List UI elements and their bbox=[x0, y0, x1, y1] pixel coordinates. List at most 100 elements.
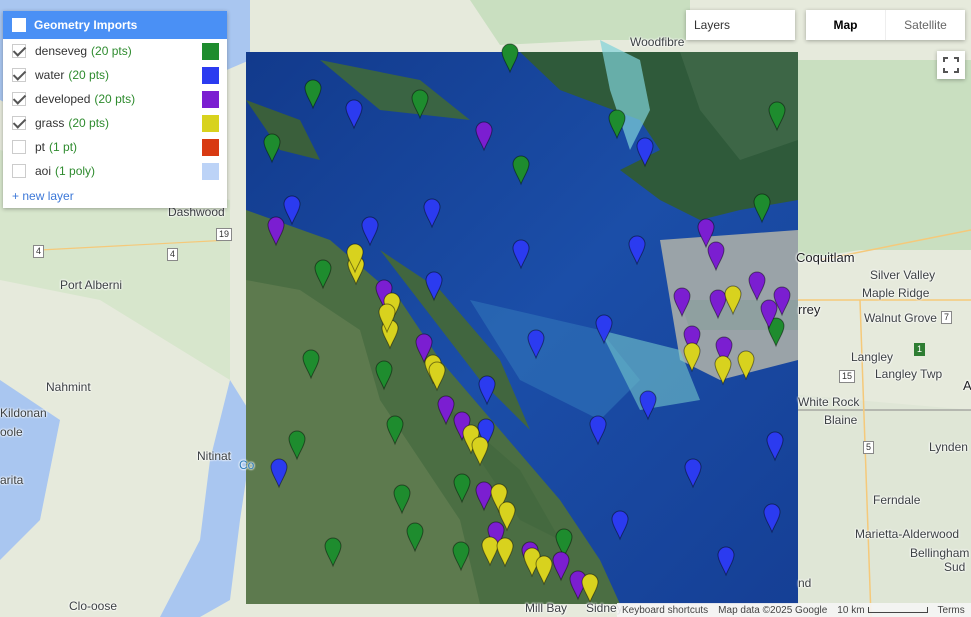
water-marker[interactable] bbox=[717, 546, 735, 577]
developed-marker[interactable] bbox=[267, 216, 285, 247]
grass-marker[interactable] bbox=[471, 436, 489, 467]
layer-checkbox[interactable] bbox=[12, 44, 26, 58]
layer-count: (20 pts) bbox=[68, 68, 110, 82]
layer-color-swatch[interactable] bbox=[202, 42, 219, 60]
layer-row-aoi[interactable]: aoi (1 poly) bbox=[3, 159, 227, 183]
layer-checkbox[interactable] bbox=[12, 116, 26, 130]
water-marker[interactable] bbox=[766, 431, 784, 462]
layer-count: (1 poly) bbox=[55, 164, 96, 178]
denseveg-marker[interactable] bbox=[263, 133, 281, 164]
scale-control[interactable]: 10 km bbox=[832, 605, 932, 616]
developed-marker[interactable] bbox=[707, 241, 725, 272]
layer-row-developed[interactable]: developed (20 pts) bbox=[3, 87, 227, 111]
water-marker[interactable] bbox=[283, 195, 301, 226]
water-marker[interactable] bbox=[639, 390, 657, 421]
geometry-imports-panel: Geometry Imports denseveg (20 pts) water (2… bbox=[3, 11, 227, 208]
water-marker[interactable] bbox=[423, 198, 441, 229]
denseveg-marker[interactable] bbox=[324, 537, 342, 568]
panel-toggle-checkbox[interactable] bbox=[12, 18, 26, 32]
grass-marker[interactable] bbox=[724, 285, 742, 316]
layer-color-swatch[interactable] bbox=[202, 66, 219, 84]
map-attribution: Map data ©2025 Google bbox=[718, 604, 828, 616]
water-marker[interactable] bbox=[636, 137, 654, 168]
layer-checkbox[interactable] bbox=[12, 92, 26, 106]
terms-link[interactable]: Terms bbox=[933, 605, 970, 616]
water-marker[interactable] bbox=[611, 510, 629, 541]
layer-name: water bbox=[35, 68, 65, 82]
denseveg-marker[interactable] bbox=[411, 89, 429, 120]
layer-count: (1 pt) bbox=[49, 140, 78, 154]
grass-marker[interactable] bbox=[683, 342, 701, 373]
denseveg-marker[interactable] bbox=[453, 473, 471, 504]
developed-marker[interactable] bbox=[709, 289, 727, 320]
grass-marker[interactable] bbox=[428, 361, 446, 392]
developed-marker[interactable] bbox=[673, 287, 691, 318]
map-type-map-button[interactable]: Map bbox=[806, 10, 885, 40]
grass-marker[interactable] bbox=[496, 537, 514, 568]
denseveg-marker[interactable] bbox=[393, 484, 411, 515]
new-layer-button[interactable]: + new layer bbox=[3, 183, 227, 203]
developed-marker[interactable] bbox=[437, 395, 455, 426]
grass-marker[interactable] bbox=[581, 573, 599, 604]
water-marker[interactable] bbox=[361, 216, 379, 247]
water-marker[interactable] bbox=[527, 329, 545, 360]
layer-row-grass[interactable]: grass (20 pts) bbox=[3, 111, 227, 135]
denseveg-marker[interactable] bbox=[501, 43, 519, 74]
panel-header[interactable]: Geometry Imports bbox=[3, 11, 227, 39]
water-marker[interactable] bbox=[512, 239, 530, 270]
water-marker[interactable] bbox=[589, 415, 607, 446]
layer-row-denseveg[interactable]: denseveg (20 pts) bbox=[3, 39, 227, 63]
grass-marker[interactable] bbox=[737, 350, 755, 381]
layer-checkbox[interactable] bbox=[12, 140, 26, 154]
layer-name: developed bbox=[35, 92, 91, 106]
layer-color-swatch[interactable] bbox=[202, 162, 219, 180]
scale-label: 10 km bbox=[837, 604, 865, 616]
denseveg-marker[interactable] bbox=[608, 109, 626, 140]
developed-marker[interactable] bbox=[552, 551, 570, 582]
water-marker[interactable] bbox=[270, 458, 288, 489]
layer-list: denseveg (20 pts) water (20 pts) developed (2… bbox=[3, 39, 227, 183]
water-marker[interactable] bbox=[425, 271, 443, 302]
denseveg-marker[interactable] bbox=[302, 349, 320, 380]
keyboard-shortcuts-link[interactable]: Keyboard shortcuts bbox=[617, 605, 713, 616]
layer-color-swatch[interactable] bbox=[202, 138, 219, 156]
denseveg-marker[interactable] bbox=[512, 155, 530, 186]
layer-name: pt bbox=[35, 140, 46, 154]
water-marker[interactable] bbox=[345, 99, 363, 130]
denseveg-marker[interactable] bbox=[406, 522, 424, 553]
water-marker[interactable] bbox=[684, 458, 702, 489]
scale-bar bbox=[867, 606, 928, 613]
layer-row-water[interactable]: water (20 pts) bbox=[3, 63, 227, 87]
developed-marker[interactable] bbox=[475, 121, 493, 152]
map-type-control: Map Satellite bbox=[806, 10, 965, 40]
denseveg-marker[interactable] bbox=[452, 541, 470, 572]
water-marker[interactable] bbox=[628, 235, 646, 266]
denseveg-marker[interactable] bbox=[386, 415, 404, 446]
denseveg-marker[interactable] bbox=[375, 360, 393, 391]
layer-checkbox[interactable] bbox=[12, 164, 26, 178]
denseveg-marker[interactable] bbox=[314, 259, 332, 290]
developed-marker[interactable] bbox=[748, 271, 766, 302]
grass-marker[interactable] bbox=[535, 555, 553, 586]
layer-checkbox[interactable] bbox=[12, 68, 26, 82]
layer-color-swatch[interactable] bbox=[202, 114, 219, 132]
layer-color-swatch[interactable] bbox=[202, 90, 219, 108]
grass-marker[interactable] bbox=[714, 355, 732, 386]
denseveg-marker[interactable] bbox=[288, 430, 306, 461]
water-marker[interactable] bbox=[763, 503, 781, 534]
layer-row-pt[interactable]: pt (1 pt) bbox=[3, 135, 227, 159]
water-marker[interactable] bbox=[595, 314, 613, 345]
denseveg-marker[interactable] bbox=[304, 79, 322, 110]
layer-count: (20 pts) bbox=[68, 116, 110, 130]
map-type-satellite-button[interactable]: Satellite bbox=[885, 10, 965, 40]
denseveg-marker[interactable] bbox=[753, 193, 771, 224]
layers-button[interactable]: Layers bbox=[686, 10, 795, 40]
denseveg-marker[interactable] bbox=[768, 101, 786, 132]
grass-marker[interactable] bbox=[481, 536, 499, 567]
fullscreen-icon bbox=[943, 57, 959, 73]
layer-count: (20 pts) bbox=[91, 44, 132, 58]
fullscreen-button[interactable] bbox=[937, 51, 965, 79]
water-marker[interactable] bbox=[478, 375, 496, 406]
layer-name: denseveg bbox=[35, 44, 88, 58]
developed-marker[interactable] bbox=[475, 481, 493, 512]
